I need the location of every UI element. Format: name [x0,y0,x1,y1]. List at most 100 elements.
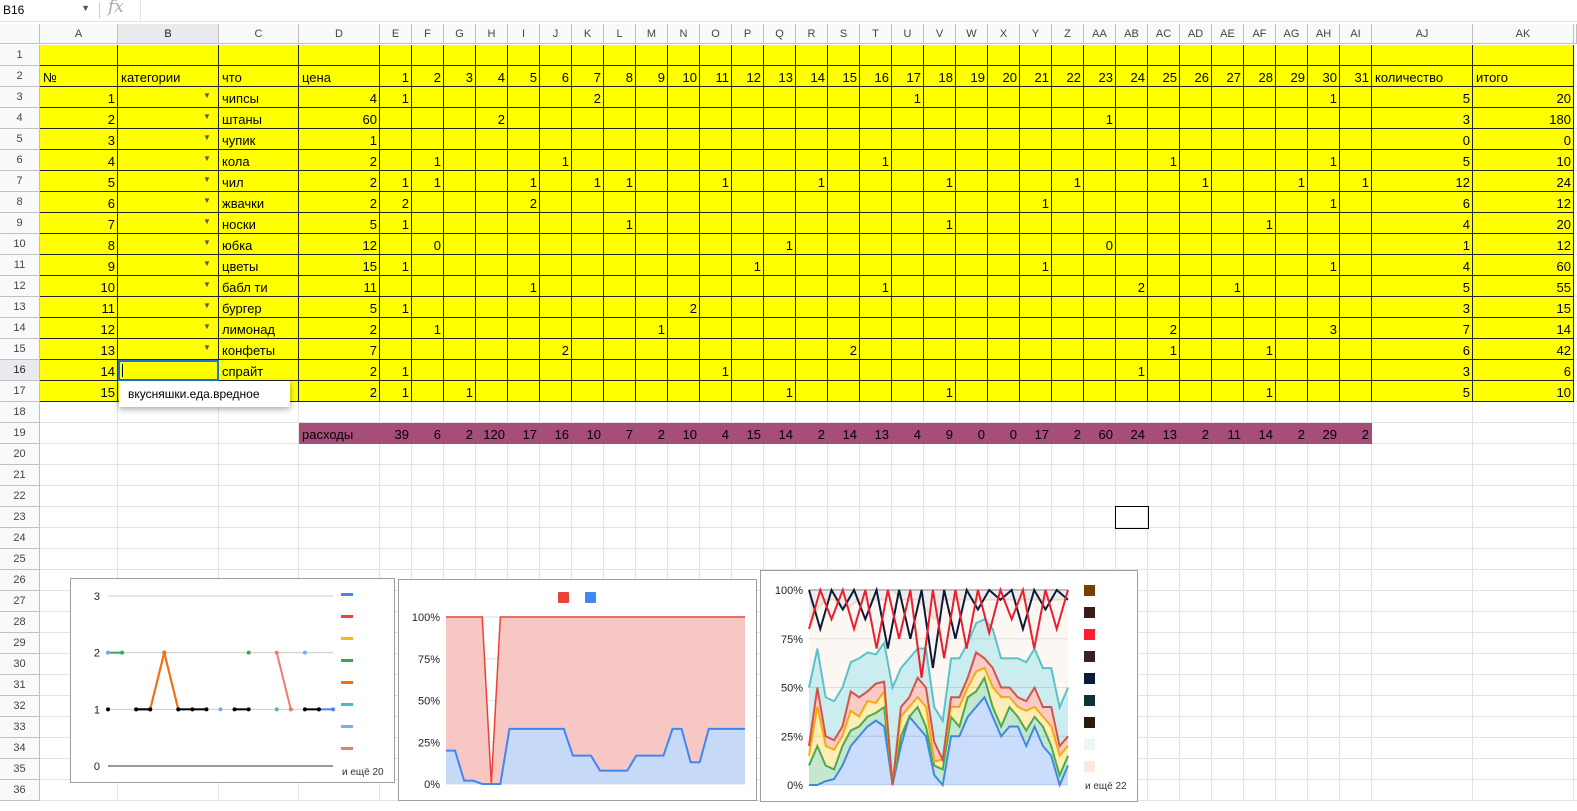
cell-q15[interactable] [764,339,796,360]
cell-ah36[interactable] [1308,780,1340,801]
cell-v24[interactable] [924,528,956,549]
cell-j23[interactable] [540,507,572,528]
cell-u22[interactable] [892,486,924,507]
cell-x10[interactable] [988,234,1020,255]
cell-n16[interactable] [668,360,700,381]
item-day-count[interactable]: 1 [1244,381,1276,402]
column-header-n[interactable]: N [668,24,700,44]
item-day-count[interactable]: 1 [860,150,892,171]
cell-x8[interactable] [988,192,1020,213]
cell-ab5[interactable] [1116,129,1148,150]
cell-u24[interactable] [892,528,924,549]
cell-ai34[interactable] [1340,738,1372,759]
item-price[interactable]: 12 [299,234,380,255]
cell-q22[interactable] [764,486,796,507]
header-day-29[interactable]: 29 [1276,66,1308,87]
cell-b21[interactable] [118,465,219,486]
header-category[interactable]: категории [118,66,219,87]
cell-l5[interactable] [604,129,636,150]
cell-ac31[interactable] [1148,675,1180,696]
cell-h6[interactable] [476,150,508,171]
cell-h16[interactable] [476,360,508,381]
cell-ag17[interactable] [1276,381,1308,402]
cell-ad29[interactable] [1180,633,1212,654]
cell-ad18[interactable] [1180,402,1212,423]
cell-ad34[interactable] [1180,738,1212,759]
cell-af11[interactable] [1244,255,1276,276]
expense-day-14[interactable]: 2 [796,423,828,444]
item-number[interactable]: 14 [40,360,118,381]
cell-aa5[interactable] [1084,129,1116,150]
cell-h5[interactable] [476,129,508,150]
cell-p8[interactable] [732,192,764,213]
cell-g6[interactable] [444,150,476,171]
cell-x22[interactable] [988,486,1020,507]
expense-day-21[interactable]: 17 [1020,423,1052,444]
cell-k4[interactable] [572,108,604,129]
cell-a24[interactable] [40,528,118,549]
cell-ai4[interactable] [1340,108,1372,129]
cell-m3[interactable] [636,87,668,108]
cell-s5[interactable] [828,129,860,150]
cell-b24[interactable] [118,528,219,549]
cell-af6[interactable] [1244,150,1276,171]
cell-e25[interactable] [380,549,412,570]
cell-t10[interactable] [860,234,892,255]
cell-t21[interactable] [860,465,892,486]
header-day-7[interactable]: 7 [572,66,604,87]
cell-aj29[interactable] [1372,633,1473,654]
item-day-count[interactable]: 2 [540,339,572,360]
cell-j22[interactable] [540,486,572,507]
cell-ag26[interactable] [1276,570,1308,591]
cell-v21[interactable] [924,465,956,486]
cell-ah17[interactable] [1308,381,1340,402]
row-header-28[interactable]: 28 [0,612,40,633]
cell-ae15[interactable] [1212,339,1244,360]
cell-n15[interactable] [668,339,700,360]
cell-ab6[interactable] [1116,150,1148,171]
cell-ad25[interactable] [1180,549,1212,570]
cell-s8[interactable] [828,192,860,213]
header-day-10[interactable]: 10 [668,66,700,87]
column-header-d[interactable]: D [299,24,380,44]
cell-e14[interactable] [380,318,412,339]
cell-s21[interactable] [828,465,860,486]
cell-q6[interactable] [764,150,796,171]
cell-s12[interactable] [828,276,860,297]
cell-ak36[interactable] [1473,780,1574,801]
cell-ah15[interactable] [1308,339,1340,360]
cell-g13[interactable] [444,297,476,318]
cell-j9[interactable] [540,213,572,234]
cell-a25[interactable] [40,549,118,570]
cell-w1[interactable] [956,45,988,66]
cell-ah16[interactable] [1308,360,1340,381]
cell-ab15[interactable] [1116,339,1148,360]
cell-ah29[interactable] [1308,633,1340,654]
item-price[interactable]: 2 [299,318,380,339]
cell-s24[interactable] [828,528,860,549]
cell-g18[interactable] [444,402,476,423]
cell-r6[interactable] [796,150,828,171]
cell-s18[interactable] [828,402,860,423]
item-total[interactable]: 12 [1473,234,1574,255]
item-day-count[interactable]: 1 [732,255,764,276]
item-number[interactable]: 9 [40,255,118,276]
cell-l10[interactable] [604,234,636,255]
cell-w13[interactable] [956,297,988,318]
cell-a22[interactable] [40,486,118,507]
item-day-count[interactable]: 1 [380,171,412,192]
cell-ah18[interactable] [1308,402,1340,423]
cell-p22[interactable] [732,486,764,507]
cell-ag1[interactable] [1276,45,1308,66]
cell-y1[interactable] [1020,45,1052,66]
cell-k13[interactable] [572,297,604,318]
cell-p14[interactable] [732,318,764,339]
cell-z25[interactable] [1052,549,1084,570]
cell-ae35[interactable] [1212,759,1244,780]
item-total[interactable]: 10 [1473,381,1574,402]
name-box[interactable]: B16 ▼ [0,0,96,20]
cell-ac20[interactable] [1148,444,1180,465]
cell-m6[interactable] [636,150,668,171]
cell-x17[interactable] [988,381,1020,402]
cell-ag36[interactable] [1276,780,1308,801]
